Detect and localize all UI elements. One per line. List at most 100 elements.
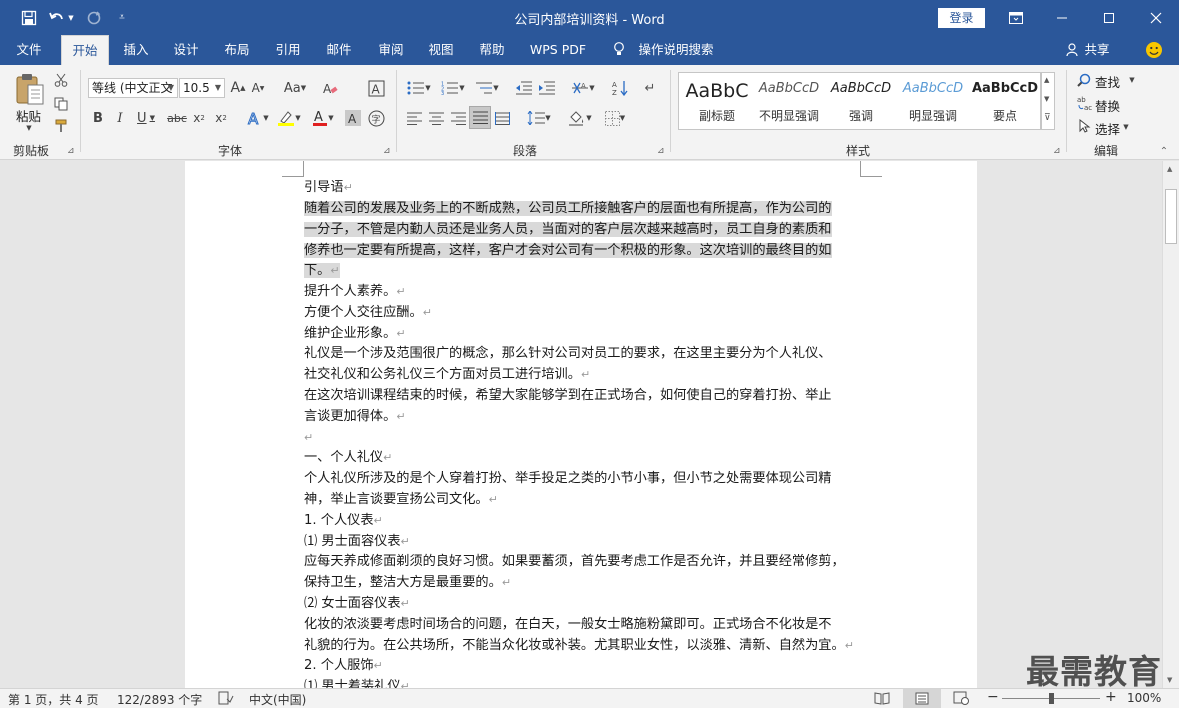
tab-view[interactable]: 视图 [419,35,463,65]
scroll-down-arrow-icon[interactable]: ▼ [1167,676,1172,684]
tab-layout[interactable]: 布局 [215,35,259,65]
doc-line[interactable]: 神，举止言谈要宣扬公司文化。↵ [304,490,860,511]
zoom-in-icon[interactable]: + [1105,689,1117,705]
tell-me-search[interactable]: 操作说明搜索 [632,35,720,65]
character-shading-icon[interactable]: A [343,108,363,128]
find-button[interactable]: 查找 [1095,72,1120,91]
change-case-icon[interactable]: Aa ▼ [280,78,310,98]
align-center-icon[interactable] [426,108,446,128]
font-size-dropdown[interactable]: 10.5 ▼ [179,78,225,98]
doc-line[interactable]: 1. 个人仪表↵ [304,511,860,532]
doc-line[interactable]: 社交礼仪和公务礼仪三个方面对员工进行培训。↵ [304,365,860,386]
strikethrough-icon[interactable]: abc [166,108,188,128]
doc-line[interactable]: 礼仪是一个涉及范围很广的概念，那么针对公司对员工的要求，在这里主要分为个人礼仪、 [304,344,860,365]
doc-line[interactable]: 下。↵ [304,261,860,282]
tab-file[interactable]: 文件 [6,35,52,65]
underline-icon[interactable]: U ▼ [134,108,158,128]
superscript-icon[interactable]: x2 [212,108,230,128]
align-left-icon[interactable] [404,108,424,128]
doc-line[interactable]: 方便个人交往应酬。↵ [304,303,860,324]
grow-font-icon[interactable]: A ▲ [229,78,247,98]
scrollbar-thumb[interactable] [1165,189,1177,244]
font-color-icon[interactable]: A ▼ [308,108,338,128]
proofing-icon[interactable] [218,691,234,708]
chinese-layout-icon[interactable]: A ▼ [568,78,598,98]
copy-icon[interactable] [52,95,70,113]
shading-bucket-icon[interactable]: ▼ [565,108,595,128]
ribbon-display-options-icon[interactable] [993,0,1039,35]
paste-dropdown-icon[interactable]: ▼ [22,123,36,133]
doc-line[interactable]: 修养也一定要有所提高，这样，客户才会对公司有一个积极的形象。这次培训的最终目的如 [304,241,860,262]
doc-line[interactable]: 一、个人礼仪↵ [304,448,860,469]
maximize-icon[interactable] [1086,0,1132,35]
doc-line[interactable]: 个人礼仪所涉及的是个人穿着打扮、举手投足之类的小节小事，但小节之处需要体现公司精 [304,469,860,490]
tab-mailings[interactable]: 邮件 [317,35,361,65]
doc-line[interactable]: 保持卫生，整洁大方是最重要的。↵ [304,573,860,594]
clear-formatting-icon[interactable]: A [320,78,340,98]
subscript-icon[interactable]: x2 [190,108,208,128]
word-count[interactable]: 122/2893 个字 [117,691,202,708]
doc-line[interactable]: 提升个人素养。↵ [304,282,860,303]
doc-line[interactable]: ⑴ 男士面容仪表↵ [304,532,860,553]
character-border-icon[interactable]: A [366,78,386,98]
doc-line[interactable]: 在这次培训课程结束的时候，希望大家能够学到在正式场合，如何使自己的穿着打扮、举止 [304,386,860,407]
style-subtitle[interactable]: AaBbC 副标题 [681,73,753,129]
styles-launcher-icon[interactable]: ⊿ [1053,146,1061,156]
doc-line[interactable]: 礼貌的行为。在公共场所，不能当众化妆或补装。尤其职业女性，以淡雅、清新、自然为宜… [304,636,860,657]
doc-line-empty[interactable]: ↵ [304,428,860,449]
paste-clipboard-icon[interactable] [12,71,48,107]
doc-line[interactable]: 应每天养成修面剃须的良好习惯。如果要蓄须，首先要考虑工作是否允许，并且要经常修剪… [304,552,860,573]
text-effects-icon[interactable]: A ▼ [244,108,272,128]
page-count[interactable]: 第 1 页，共 4 页 [8,691,99,708]
tab-help[interactable]: 帮助 [470,35,514,65]
collapse-ribbon-icon[interactable]: ⌃ [1157,145,1171,157]
doc-line[interactable]: 一分子，不管是内勤人员还是业务人员，当面对的客户层次越来越高时，员工自身的素质和 [304,220,860,241]
borders-icon[interactable]: ▼ [600,108,630,128]
font-name-dropdown[interactable]: 等线 (中文正文 ▼ [88,78,178,98]
undo-icon[interactable]: ▼ [48,0,74,35]
doc-line[interactable]: 随着公司的发展及业务上的不断成熟，公司员工所接触客户的层面也有所提高，作为公司的 [304,199,860,220]
replace-icon[interactable]: ab ac [1076,95,1094,111]
select-button[interactable]: 选择 [1095,119,1120,138]
style-subtle-emphasis[interactable]: AaBbCcD 不明显强调 [753,73,825,129]
italic-icon[interactable]: I [112,108,128,128]
decrease-indent-icon[interactable] [513,78,533,98]
zoom-level[interactable]: 100% [1127,691,1161,705]
style-emphasis[interactable]: AaBbCcD 强调 [825,73,897,129]
redo-icon[interactable] [84,0,104,35]
find-dropdown-icon[interactable]: ▼ [1127,74,1137,86]
document-workspace[interactable]: 引导语↵ 随着公司的发展及业务上的不断成熟，公司员工所接触客户的层面也有所提高，… [0,161,1162,688]
replace-button[interactable]: 替换 [1095,96,1120,115]
vertical-scrollbar[interactable]: ▲ ▼ [1162,161,1179,688]
zoom-out-icon[interactable]: − [987,689,999,705]
highlight-color-icon[interactable]: ▼ [274,108,304,128]
scroll-up-arrow-icon[interactable]: ▲ [1167,165,1172,173]
doc-line[interactable]: 维护企业形象。↵ [304,324,860,345]
select-dropdown-icon[interactable]: ▼ [1121,121,1131,133]
font-launcher-icon[interactable]: ⊿ [383,146,391,156]
lightbulb-icon[interactable] [608,35,630,65]
find-magnifier-icon[interactable] [1076,72,1092,88]
doc-line[interactable]: 言谈更加得体。↵ [304,407,860,428]
enclose-characters-icon[interactable]: 字 [366,108,386,128]
share-button[interactable]: 共享 [1082,35,1112,65]
print-layout-icon[interactable] [903,689,941,708]
multilevel-list-icon[interactable]: ▼ [472,78,502,98]
shrink-font-icon[interactable]: A ▼ [249,78,267,98]
tab-design[interactable]: 设计 [164,35,208,65]
doc-line[interactable]: 化妆的浓淡要考虑时间场合的问题，在白天，一般女士略施粉黛即可。正式场合不化妆是不 [304,615,860,636]
save-icon[interactable] [18,0,40,35]
line-spacing-icon[interactable]: ▼ [524,108,554,128]
scroll-down-icon[interactable]: ▼ [1044,95,1049,103]
format-painter-icon[interactable] [52,117,70,135]
show-paragraph-marks-icon[interactable]: ↵ [640,78,660,98]
style-strong[interactable]: AaBbCcD 要点 [969,73,1041,129]
language-indicator[interactable]: 中文(中国) [249,691,306,708]
close-icon[interactable] [1133,0,1179,35]
login-button[interactable]: 登录 [938,8,985,28]
zoom-slider-thumb[interactable] [1049,693,1054,704]
bullets-icon[interactable]: ▼ [404,78,434,98]
read-mode-icon[interactable] [874,691,890,708]
doc-line[interactable]: 2. 个人服饰↵ [304,656,860,677]
tab-insert[interactable]: 插入 [114,35,158,65]
